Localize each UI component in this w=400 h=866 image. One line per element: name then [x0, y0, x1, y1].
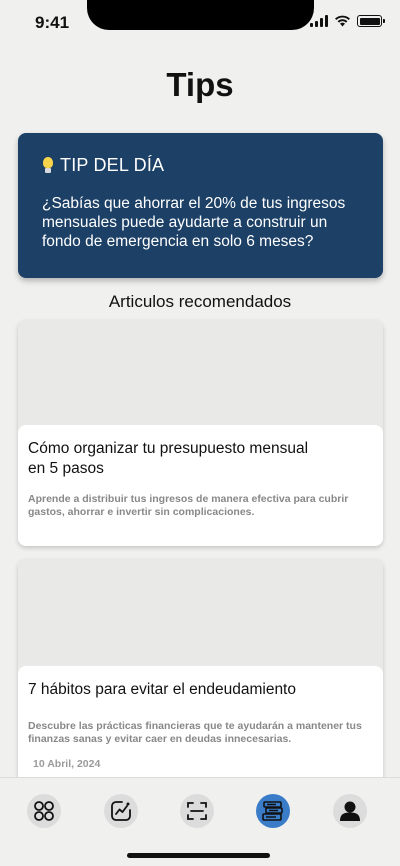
home-indicator[interactable] — [127, 853, 270, 858]
books-icon — [262, 801, 283, 821]
nav-scan-button[interactable] — [180, 794, 214, 828]
cellular-signal-icon — [310, 15, 328, 27]
nav-stats-button[interactable] — [104, 794, 138, 828]
page-title: Tips — [166, 66, 234, 103]
status-icons — [310, 15, 385, 27]
article-title[interactable]: Cómo organizar tu presupuesto mensual en… — [28, 439, 328, 479]
article-card[interactable]: Cómo organizar tu presupuesto mensual en… — [18, 320, 383, 546]
article-title[interactable]: 7 hábitos para evitar el endeudamiento — [28, 680, 373, 700]
scan-icon — [187, 802, 207, 820]
device-notch — [87, 0, 314, 30]
battery-icon — [357, 15, 385, 27]
article-description: Descubre las prácticas financieras que t… — [28, 720, 362, 745]
nav-profile-button[interactable] — [333, 794, 367, 828]
grid-icon — [34, 801, 54, 821]
nav-home-button[interactable] — [27, 794, 61, 828]
article-date: 10 Abril, 2024 — [33, 758, 101, 770]
article-card[interactable]: 7 hábitos para evitar el endeudamiento D… — [18, 559, 383, 789]
wifi-icon — [335, 15, 350, 27]
article-body: 7 hábitos para evitar el endeudamiento D… — [18, 666, 383, 789]
tip-text: ¿Sabías que ahorrar el 20% de tus ingres… — [42, 195, 346, 250]
status-time: 9:41 — [35, 13, 70, 32]
lightbulb-icon — [42, 156, 54, 175]
tip-of-the-day-card: TIP DEL DÍA ¿Sabías que ahorrar el 20% d… — [18, 133, 383, 278]
article-description: Aprende a distribuir tus ingresos de man… — [28, 493, 349, 518]
section-title-articles: Articulos recomendados — [108, 292, 292, 311]
bottom-navigation — [0, 777, 400, 866]
status-bar: 9:41 — [0, 0, 400, 44]
article-body: Cómo organizar tu presupuesto mensual en… — [18, 425, 383, 546]
nav-tips-button[interactable] — [256, 794, 290, 828]
profile-icon — [340, 801, 360, 821]
chart-icon — [111, 801, 131, 821]
tip-heading-label: TIP DEL DÍA — [60, 155, 165, 175]
tip-heading: TIP DEL DÍA — [42, 155, 164, 176]
article-image-placeholder — [18, 559, 383, 666]
article-image-placeholder — [18, 320, 383, 425]
